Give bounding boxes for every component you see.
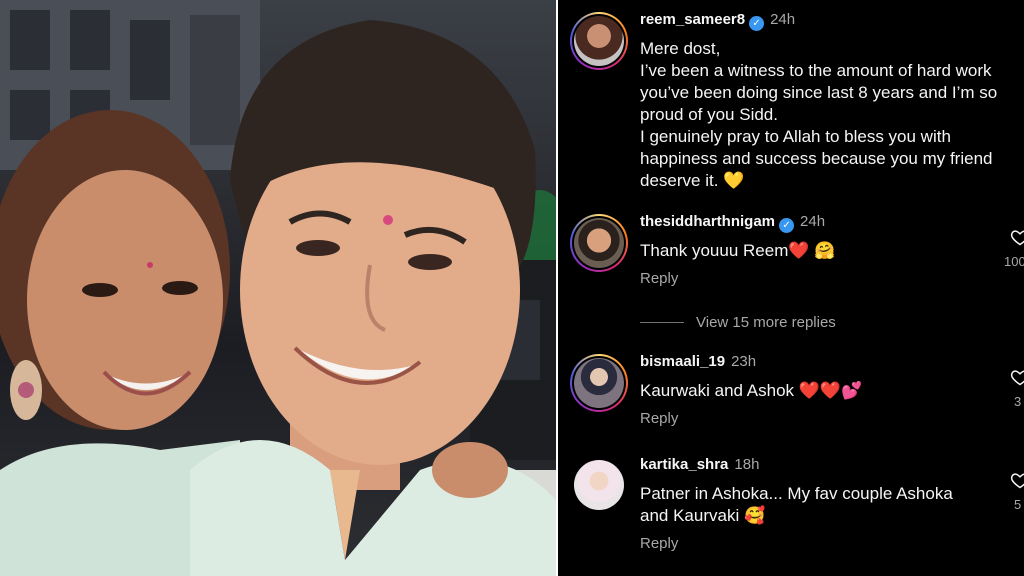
selfie-illustration [0,0,556,576]
comment-2-reply-button[interactable]: Reply [640,410,678,427]
comment-1-reply-button[interactable]: Reply [640,270,678,287]
comment-1-avatar[interactable] [570,214,628,272]
comment-2-avatar[interactable] [570,354,628,412]
comment-2-like-count: 3 [1014,394,1022,409]
comments-panel: reem_sameer8 ✓ 24h Mere dost, I’ve been a … [558,0,1024,576]
comment-3-reply-button[interactable]: Reply [640,535,678,552]
replies-line [640,322,684,323]
comment-3-avatar[interactable] [574,460,624,510]
comment-3-username-text[interactable]: kartika_shra [640,456,728,473]
comment-2-username-text[interactable]: bismaali_19 [640,353,725,370]
view-more-replies-button[interactable]: View 15 more replies [640,314,836,331]
comment-1-text: Thank youuu Reem❤️ 🤗 [640,241,836,260]
heart-outline-icon[interactable] [1010,367,1024,387]
comment-3-username[interactable]: kartika_shra 18h [640,456,759,473]
view-more-replies-label[interactable]: View 15 more replies [696,314,836,331]
comment-2-time: 23h [731,353,757,370]
comment-1-time: 24h [800,213,826,230]
comment-3-like-count: 5 [1014,497,1022,512]
verified-badge-icon: ✓ [779,218,795,233]
comment-1-like-count: 100 [1004,254,1024,269]
comment-1-username-text[interactable]: thesiddharthnigam [640,213,775,230]
heart-outline-icon[interactable] [1010,470,1024,490]
post-author-avatar[interactable] [570,12,628,70]
post-caption: Mere dost, I’ve been a witness to the am… [640,39,998,190]
selfie-photo [0,0,556,576]
comment-2-username[interactable]: bismaali_19 23h [640,353,756,370]
verified-badge-icon: ✓ [749,16,765,31]
post-username-text[interactable]: reem_sameer8 [640,11,745,28]
comment-3-time: 18h [734,456,760,473]
post-author-username[interactable]: reem_sameer8 ✓ 24h [640,11,795,31]
comment-2-text: Kaurwaki and Ashok ❤️❤️💕 [640,381,863,400]
heart-outline-icon[interactable] [1010,227,1024,247]
comment-3-text: Patner in Ashoka... My fav couple Ashoka… [640,484,953,525]
comment-1-username[interactable]: thesiddharthnigam ✓ 24h [640,213,825,233]
post-time: 24h [770,11,796,28]
